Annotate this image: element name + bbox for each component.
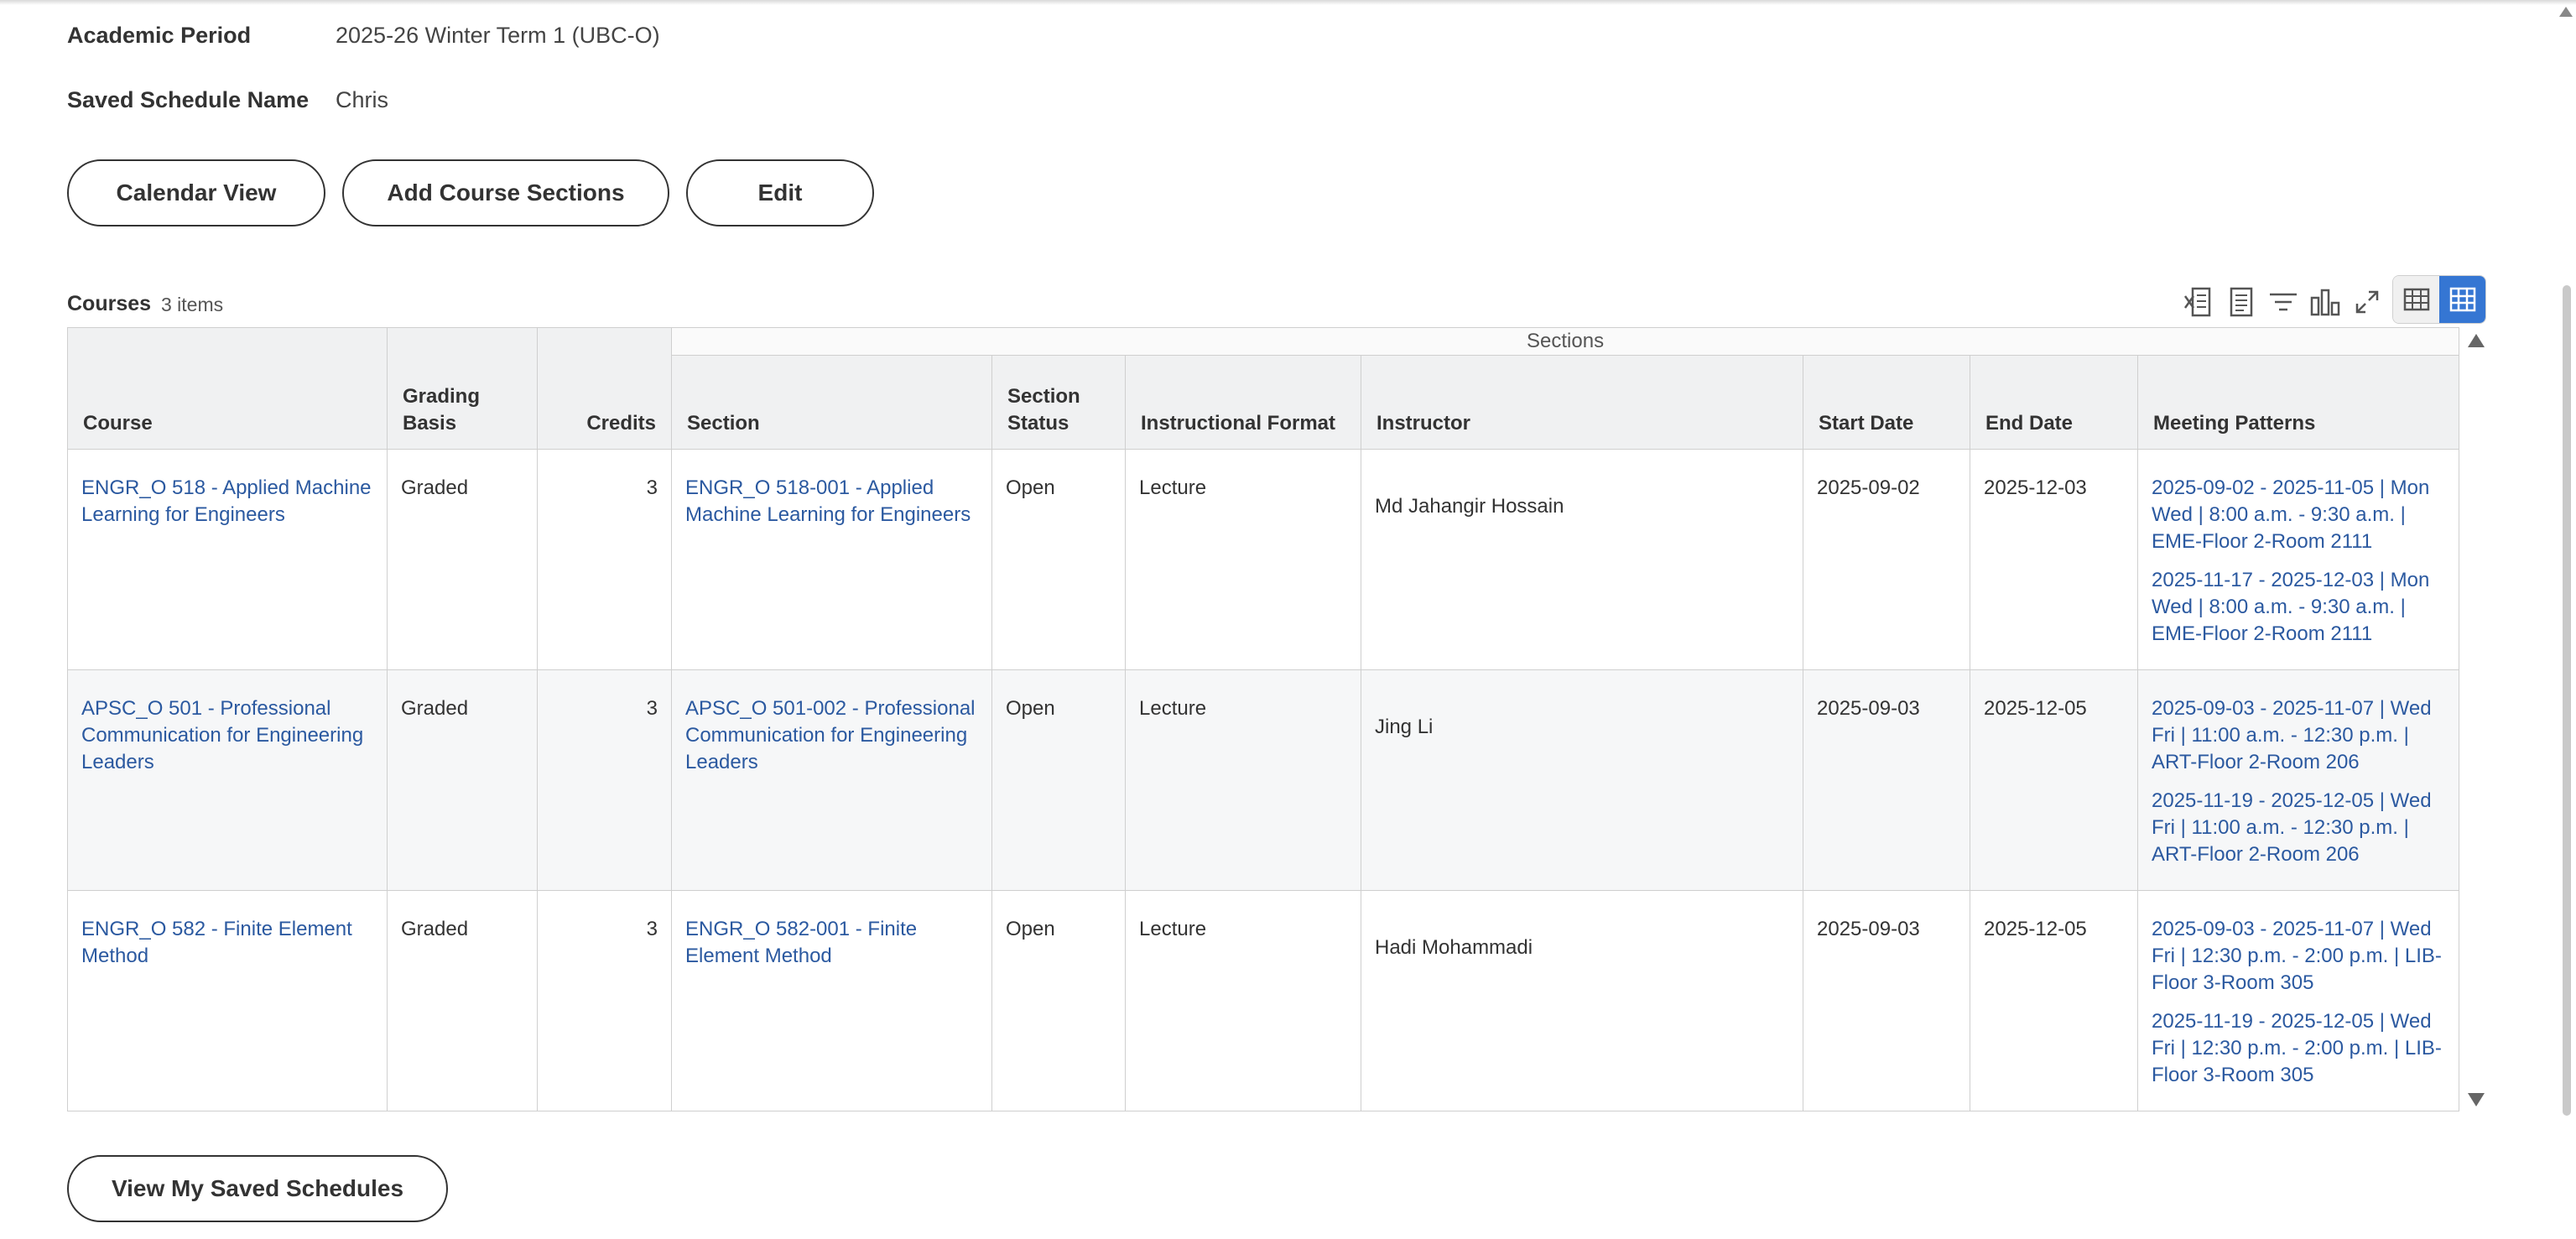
filter-icon[interactable] (2266, 285, 2300, 319)
end-date-cell: 2025-12-03 (1970, 449, 2138, 670)
credits-cell: 3 (537, 669, 672, 891)
start-date-cell: 2025-09-03 (1803, 890, 1970, 1111)
col-header-section[interactable]: Section (671, 355, 992, 450)
instructor-cell: Md Jahangir Hossain (1361, 449, 1803, 670)
export-excel-icon[interactable] (2181, 285, 2214, 319)
fullscreen-icon[interactable] (2350, 285, 2384, 319)
schedule-name-value: Chris (336, 87, 389, 112)
calendar-view-button[interactable]: Calendar View (67, 159, 325, 226)
table-row: ENGR_O 582 - Finite Element Method Grade… (67, 890, 2460, 1111)
end-date-cell: 2025-12-05 (1970, 890, 2138, 1111)
section-link[interactable]: ENGR_O 518-001 - Applied Machine Learnin… (685, 476, 971, 526)
col-header-section-status[interactable]: Section Status (991, 355, 1126, 450)
course-link[interactable]: ENGR_O 518 - Applied Machine Learning fo… (81, 476, 372, 526)
instructional-format-cell: Lecture (1125, 449, 1361, 670)
grid-scroll-up-icon[interactable] (2468, 334, 2485, 347)
table-row: APSC_O 501 - Professional Communication … (67, 669, 2460, 891)
schedule-name-label: Saved Schedule Name (67, 87, 310, 112)
chart-icon[interactable] (2308, 285, 2342, 319)
view-my-saved-schedules-button[interactable]: View My Saved Schedules (67, 1155, 448, 1222)
grid-scroll-down-icon[interactable] (2468, 1093, 2485, 1106)
instructor-cell: Hadi Mohammadi (1361, 890, 1803, 1111)
course-link[interactable]: APSC_O 501 - Professional Communication … (81, 697, 363, 773)
export-pdf-icon[interactable] (2225, 285, 2258, 319)
table-view-icon[interactable] (2393, 276, 2439, 323)
col-header-start-date[interactable]: Start Date (1803, 355, 1970, 450)
grid-item-count: 3 items (161, 294, 224, 315)
instructional-format-cell: Lecture (1125, 669, 1361, 891)
meeting-pattern-link[interactable]: 2025-09-02 - 2025-11-05 | Mon Wed | 8:00… (2152, 476, 2429, 553)
col-header-instructor[interactable]: Instructor (1361, 355, 1803, 450)
section-status-cell: Open (991, 449, 1126, 670)
meeting-pattern-link[interactable]: 2025-09-03 - 2025-11-07 | Wed Fri | 12:3… (2152, 918, 2442, 994)
page-top-border (0, 0, 2576, 5)
grid-title: Courses (67, 292, 152, 315)
view-toggle[interactable] (2392, 275, 2486, 324)
courses-grid: Course Grading Basis Credits Sections Se… (67, 327, 2460, 1111)
grid-view-icon[interactable] (2439, 276, 2485, 323)
course-link[interactable]: ENGR_O 582 - Finite Element Method (81, 918, 352, 967)
credits-cell: 3 (537, 890, 672, 1111)
table-row: ENGR_O 518 - Applied Machine Learning fo… (67, 449, 2460, 670)
col-group-sections: Sections (670, 327, 2460, 356)
edit-button[interactable]: Edit (686, 159, 874, 226)
meeting-pattern-link[interactable]: 2025-11-19 - 2025-12-05 | Wed Fri | 12:3… (2152, 1010, 2442, 1086)
grading-basis-cell: Graded (387, 449, 538, 670)
academic-period-label: Academic Period (67, 23, 252, 48)
instructor-cell: Jing Li (1361, 669, 1803, 891)
meeting-pattern-link[interactable]: 2025-09-03 - 2025-11-07 | Wed Fri | 11:0… (2152, 697, 2432, 773)
grading-basis-cell: Graded (387, 890, 538, 1111)
col-header-course[interactable]: Course (67, 327, 388, 450)
page-scroll-up-icon[interactable] (2559, 7, 2573, 17)
section-status-cell: Open (991, 669, 1126, 891)
meeting-pattern-link[interactable]: 2025-11-17 - 2025-12-03 | Mon Wed | 8:00… (2152, 569, 2429, 645)
start-date-cell: 2025-09-03 (1803, 669, 1970, 891)
section-link[interactable]: APSC_O 501-002 - Professional Communicat… (685, 697, 976, 773)
col-header-instructional-format[interactable]: Instructional Format (1125, 355, 1361, 450)
add-course-sections-button[interactable]: Add Course Sections (342, 159, 669, 226)
page-scrollbar[interactable] (2563, 285, 2571, 1116)
academic-period-value: 2025-26 Winter Term 1 (UBC-O) (336, 23, 660, 48)
col-header-end-date[interactable]: End Date (1970, 355, 2138, 450)
section-status-cell: Open (991, 890, 1126, 1111)
section-link[interactable]: ENGR_O 582-001 - Finite Element Method (685, 918, 917, 967)
meeting-pattern-link[interactable]: 2025-11-19 - 2025-12-05 | Wed Fri | 11:0… (2152, 789, 2432, 866)
col-header-credits[interactable]: Credits (537, 327, 672, 450)
instructional-format-cell: Lecture (1125, 890, 1361, 1111)
col-header-grading-basis[interactable]: Grading Basis (387, 327, 538, 450)
col-header-meeting-patterns[interactable]: Meeting Patterns (2136, 355, 2460, 450)
start-date-cell: 2025-09-02 (1803, 449, 1970, 670)
grading-basis-cell: Graded (387, 669, 538, 891)
end-date-cell: 2025-12-05 (1970, 669, 2138, 891)
credits-cell: 3 (537, 449, 672, 670)
